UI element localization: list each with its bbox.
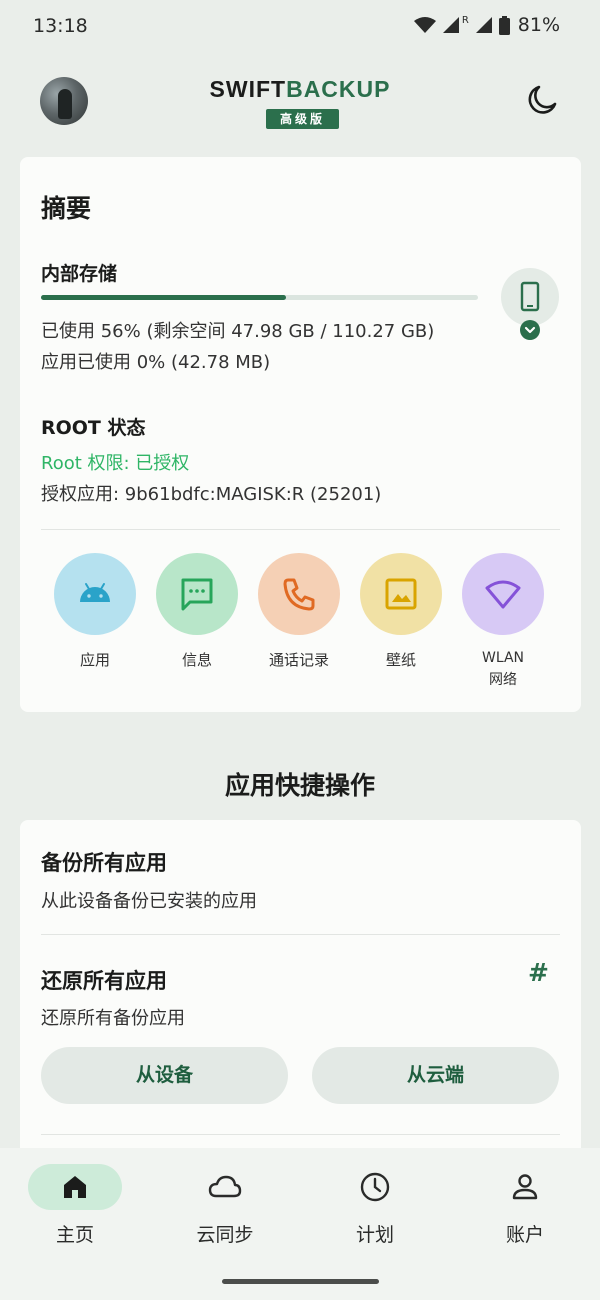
quick-actions-card: 备份所有应用 从此设备备份已安装的应用 还原所有应用 # 还原所有备份应用 从设…	[20, 820, 581, 1180]
premium-badge: 高级版	[266, 109, 339, 129]
status-bar: 13:18 R 81%	[0, 0, 600, 54]
phone-icon	[283, 578, 315, 611]
roaming-badge: R	[461, 14, 469, 26]
category-messages[interactable]: 信息	[147, 553, 247, 671]
nav-cloud-sync-indicator	[178, 1164, 272, 1210]
storage-usage: 已使用 56% (剩余空间 47.98 GB / 110.27 GB)	[41, 321, 435, 342]
category-wallpapers-circle	[360, 553, 442, 635]
bottom-nav: 主页 云同步 计划 账户	[0, 1148, 600, 1300]
quick-actions-title: 应用快捷操作	[224, 771, 375, 800]
status-icons: R 81%	[413, 14, 560, 36]
category-wlan-circle	[462, 553, 544, 635]
cloud-icon	[208, 1175, 242, 1198]
category-call-logs[interactable]: 通话记录	[249, 553, 349, 671]
category-messages-circle	[156, 553, 238, 635]
gesture-handle[interactable]	[222, 1279, 379, 1284]
category-call-logs-circle	[258, 553, 340, 635]
nav-home[interactable]: 主页	[0, 1164, 150, 1247]
android-icon	[80, 583, 110, 602]
summary-card: 摘要 内部存储 已使用 56% (剩余空间 47.98 GB / 110.27 …	[20, 157, 581, 712]
nav-account-indicator	[478, 1164, 572, 1210]
divider	[41, 1134, 560, 1135]
wifi-signal-icon	[413, 17, 436, 33]
nav-schedule-indicator	[328, 1164, 422, 1210]
backup-categories: 应用 信息 通话记录 壁纸 WLAN 网络	[20, 553, 581, 703]
category-wlan[interactable]: WLAN 网络	[453, 553, 553, 691]
clock-icon	[360, 1172, 390, 1202]
divider	[41, 529, 560, 530]
root-app: 授权应用: 9b61bdfc:MAGISK:R (25201)	[41, 484, 382, 505]
device-selector[interactable]	[501, 268, 559, 326]
brand-part2: BACKUP	[286, 76, 391, 102]
nav-schedule[interactable]: 计划	[300, 1164, 450, 1247]
category-messages-label: 信息	[181, 651, 212, 669]
nav-account[interactable]: 账户	[450, 1164, 600, 1247]
backup-all-title[interactable]: 备份所有应用	[41, 847, 167, 877]
nav-home-indicator	[28, 1164, 122, 1210]
cell-signal-icon	[442, 17, 459, 33]
storage-title: 内部存储	[41, 263, 118, 285]
storage-progress-fill	[41, 295, 286, 300]
category-wallpapers[interactable]: 壁纸	[351, 553, 451, 671]
image-icon	[385, 578, 417, 610]
person-icon	[512, 1174, 538, 1200]
wifi-icon	[485, 580, 521, 609]
app-brand: SWIFTBACKUP	[0, 76, 600, 103]
restore-all-title[interactable]: 还原所有应用	[41, 965, 167, 995]
phone-device-icon	[520, 281, 540, 312]
battery-icon	[498, 15, 510, 35]
brand-part1: SWIFT	[209, 76, 287, 102]
nav-account-label: 账户	[505, 1224, 544, 1246]
nav-cloud-sync[interactable]: 云同步	[150, 1164, 300, 1247]
category-wlan-label: WLAN 网络	[481, 650, 524, 688]
battery-percent: 81%	[517, 14, 560, 36]
storage-progress	[41, 295, 478, 300]
hash-icon[interactable]: #	[528, 958, 549, 987]
restore-all-subtitle: 还原所有备份应用	[41, 1008, 185, 1029]
divider	[41, 934, 560, 935]
category-apps-label: 应用	[79, 651, 110, 669]
cell-signal-2-icon	[475, 17, 492, 33]
app-storage-usage: 应用已使用 0% (42.78 MB)	[41, 352, 271, 373]
category-call-logs-label: 通话记录	[268, 651, 329, 669]
category-apps-circle	[54, 553, 136, 635]
root-title: ROOT 状态	[41, 417, 146, 439]
home-icon	[64, 1176, 86, 1198]
dark-mode-icon[interactable]	[526, 84, 558, 116]
backup-all-subtitle: 从此设备备份已安装的应用	[41, 891, 257, 912]
message-icon	[181, 578, 213, 611]
nav-schedule-label: 计划	[355, 1224, 394, 1246]
nav-cloud-sync-label: 云同步	[196, 1224, 254, 1246]
root-status: Root 权限: 已授权	[41, 453, 190, 474]
status-time: 13:18	[33, 15, 88, 37]
from-device-button[interactable]: 从设备	[41, 1047, 288, 1104]
summary-title: 摘要	[41, 194, 92, 223]
nav-home-label: 主页	[55, 1224, 94, 1246]
from-cloud-button[interactable]: 从云端	[312, 1047, 559, 1104]
category-wallpapers-label: 壁纸	[385, 651, 416, 669]
device-dropdown-icon[interactable]	[520, 320, 540, 340]
category-apps[interactable]: 应用	[45, 553, 145, 671]
